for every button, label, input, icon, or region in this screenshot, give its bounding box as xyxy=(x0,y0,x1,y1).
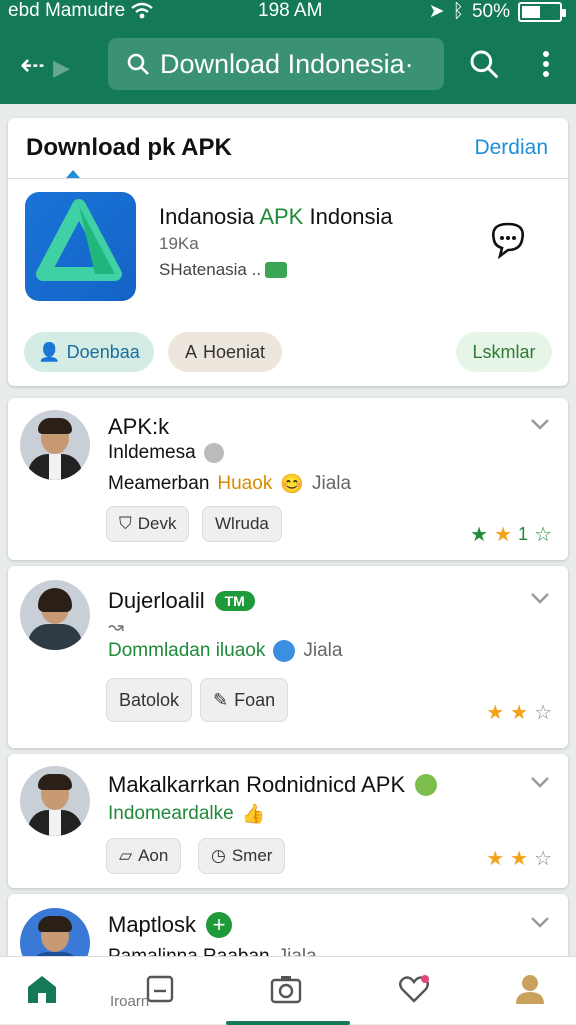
forward-arrow-icon: ▶ xyxy=(53,55,71,80)
more-vert-icon xyxy=(543,51,549,77)
toolbar: ⇠ ▶ Download Indonesia· xyxy=(0,36,576,96)
secondary-button[interactable]: A Hoeniat xyxy=(168,332,282,372)
search-icon xyxy=(127,53,149,75)
heart-icon xyxy=(399,975,429,1003)
avatar xyxy=(20,410,90,480)
leaf-icon xyxy=(415,774,438,796)
avatar xyxy=(20,580,90,650)
more-options-button[interactable] xyxy=(528,46,564,82)
back-button[interactable]: ⇠ ▶ xyxy=(20,48,71,84)
nav-favorites[interactable] xyxy=(394,969,434,1009)
camera-icon xyxy=(270,976,302,1004)
emoji-icon: 😊 xyxy=(280,474,304,495)
battery-icon xyxy=(518,1,566,22)
shield-icon: ⛉ xyxy=(119,514,132,533)
clock: 198 AM xyxy=(258,0,323,21)
item-name: Dujerloalil TM xyxy=(108,588,255,614)
chat-icon[interactable] xyxy=(486,216,530,260)
add-icon[interactable]: + xyxy=(206,912,233,938)
nav-label: Iroarn xyxy=(110,993,150,1010)
divider xyxy=(8,178,568,179)
app-size: 19Ka xyxy=(159,234,199,253)
verified-icon xyxy=(273,640,296,662)
chip-device[interactable]: ⛉ Devk xyxy=(106,506,190,542)
bottom-navigation: Iroarn xyxy=(0,956,576,1025)
clock-icon: ◷ xyxy=(211,846,226,865)
thumbs-up-icon: 👍 xyxy=(241,804,266,825)
star-outline-icon: ☆ xyxy=(534,524,552,546)
link-icon: ↝ xyxy=(108,617,124,638)
rating: ★ ★ ☆ xyxy=(486,846,552,871)
search-field[interactable]: Download Indonesia· xyxy=(108,38,444,90)
battery-percent: 50% xyxy=(471,0,510,22)
chip-install[interactable]: Wlruda xyxy=(202,506,282,542)
chevron-down-icon[interactable] xyxy=(528,770,552,794)
status-bar: ebd Mamudre 198 AM ➤ ᛒ 50% xyxy=(0,0,576,24)
avatar xyxy=(20,766,90,836)
item-meta: Dommladan iluaok Jiala xyxy=(108,640,343,662)
list-item[interactable]: Dujerloalil TM ↝ Dommladan iluaok Jiala … xyxy=(8,566,568,748)
search-text: Download Indonesia· xyxy=(160,48,414,79)
search-icon xyxy=(470,50,499,79)
home-icon xyxy=(28,976,56,1003)
bluetooth-icon: ᛒ xyxy=(452,0,464,22)
app-developer: SHatenasia .. xyxy=(159,260,288,280)
pencil-icon: ✎ xyxy=(213,689,229,710)
search-button[interactable] xyxy=(466,46,502,82)
profile-icon xyxy=(516,975,544,1004)
nav-camera[interactable] xyxy=(266,969,306,1009)
item-badge: TM xyxy=(214,591,255,611)
rating: ★ ★ ☆ xyxy=(486,700,552,725)
star-icon: ★ xyxy=(470,524,489,546)
star-outline-icon: ☆ xyxy=(534,702,552,724)
back-arrow-icon: ⇠ xyxy=(20,49,46,82)
chip-category[interactable]: Batolok xyxy=(106,678,193,722)
location-icon: ➤ xyxy=(428,1,445,22)
wifi-icon xyxy=(131,2,153,19)
app-name[interactable]: Indanosia APK Indonsia xyxy=(159,204,393,230)
featured-link[interactable]: Derdian xyxy=(474,136,548,160)
chip-app[interactable]: ▱ Aon xyxy=(106,838,182,874)
star-icon: ★ xyxy=(486,848,505,870)
featured-title: Download pk APK xyxy=(26,134,232,161)
chevron-down-icon[interactable] xyxy=(528,412,552,436)
item-name: Makalkarrkan Rodnidnicd APK xyxy=(108,772,438,798)
rating: ★ ★ 1 ☆ xyxy=(470,524,552,546)
star-icon: ★ xyxy=(486,702,505,724)
briefcase-icon xyxy=(265,262,288,278)
item-subtitle: Inldemesa xyxy=(108,442,224,464)
star-icon: ★ xyxy=(510,848,529,870)
chip-edit[interactable]: ✎ Foan xyxy=(200,678,289,722)
carrier-text: ebd Mamudre xyxy=(8,0,126,21)
list-item[interactable]: Makalkarrkan Rodnidnicd APK Indomeardalk… xyxy=(8,754,568,888)
verified-icon xyxy=(203,443,224,463)
person-icon: 👤 xyxy=(38,341,61,362)
nav-home[interactable] xyxy=(22,969,62,1009)
letter-a-icon: A xyxy=(184,341,197,362)
app-icon[interactable] xyxy=(25,192,136,301)
nav-profile[interactable] xyxy=(510,969,550,1009)
similar-button[interactable]: Lskmlar xyxy=(456,332,552,372)
document-icon: ▱ xyxy=(119,846,133,865)
download-button[interactable]: 👤 Doenbaa xyxy=(24,332,154,372)
chevron-down-icon[interactable] xyxy=(528,586,552,610)
featured-app-card: Download pk APK Derdian Indanosia APK In… xyxy=(8,118,568,386)
tab-indicator xyxy=(66,170,80,178)
chip-share[interactable]: ◷ Smer xyxy=(198,838,286,874)
nav-active-indicator xyxy=(226,1021,350,1025)
item-subtitle: Indomeardalke 👍 xyxy=(108,803,266,825)
star-icon: ★ xyxy=(494,524,513,546)
chevron-down-icon[interactable] xyxy=(528,910,552,934)
star-icon: ★ xyxy=(510,702,529,724)
item-name: Maptlosk + xyxy=(108,912,233,938)
item-subtitle: ↝ xyxy=(108,616,124,639)
list-item[interactable]: APK:k Inldemesa Meamerban Huaok 😊 Jiala … xyxy=(8,398,568,560)
item-name: APK:k xyxy=(108,414,170,439)
app-bar: ebd Mamudre 198 AM ➤ ᛒ 50% ⇠ ▶ Download I… xyxy=(0,0,576,104)
item-meta: Meamerban Huaok 😊 Jiala xyxy=(108,473,352,495)
star-outline-icon: ☆ xyxy=(534,848,552,870)
